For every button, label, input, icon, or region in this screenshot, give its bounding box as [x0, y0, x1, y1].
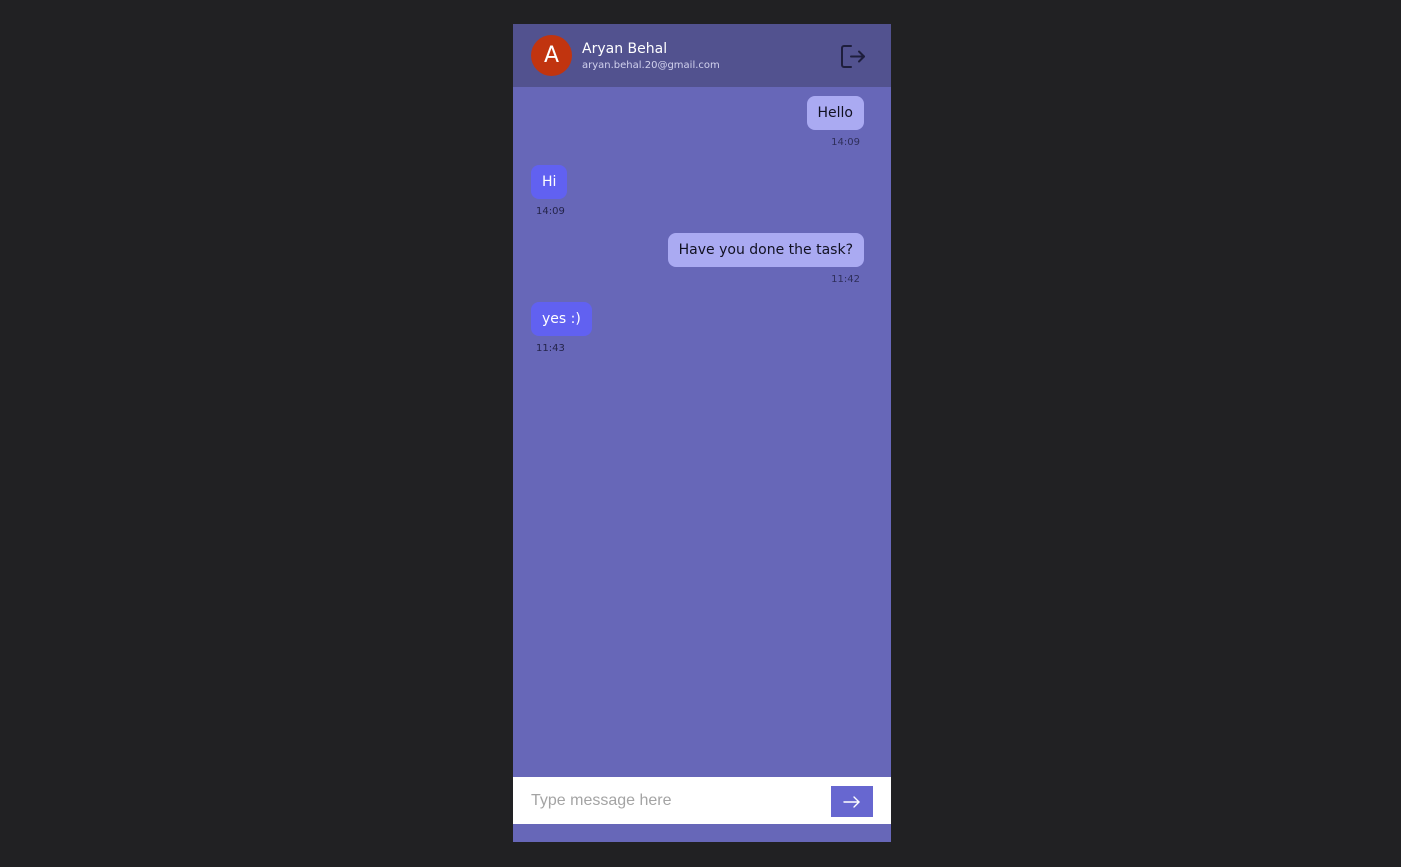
message-time: 11:43 [536, 343, 565, 354]
avatar[interactable]: A [531, 35, 572, 76]
user-email: aryan.behal.20@gmail.com [582, 60, 720, 71]
arrow-right-icon [843, 795, 860, 808]
message-time: 11:42 [831, 274, 860, 285]
message-bubble-sent: Hello [806, 96, 864, 130]
message-input[interactable] [513, 777, 823, 824]
message-bubble-received: Hi [531, 165, 568, 199]
chat-header: A Aryan Behal aryan.behal.20@gmail.com [513, 24, 891, 87]
user-name: Aryan Behal [582, 41, 668, 57]
chat-window: A Aryan Behal aryan.behal.20@gmail.com H… [513, 24, 891, 842]
send-button[interactable] [831, 786, 873, 817]
message-bubble-received: yes :) [531, 302, 592, 336]
message-bubble-sent: Have you done the task? [667, 233, 864, 267]
message-time: 14:09 [831, 137, 860, 148]
message-composer [513, 777, 891, 824]
logout-icon[interactable] [839, 43, 867, 71]
message-time: 14:09 [536, 206, 565, 217]
